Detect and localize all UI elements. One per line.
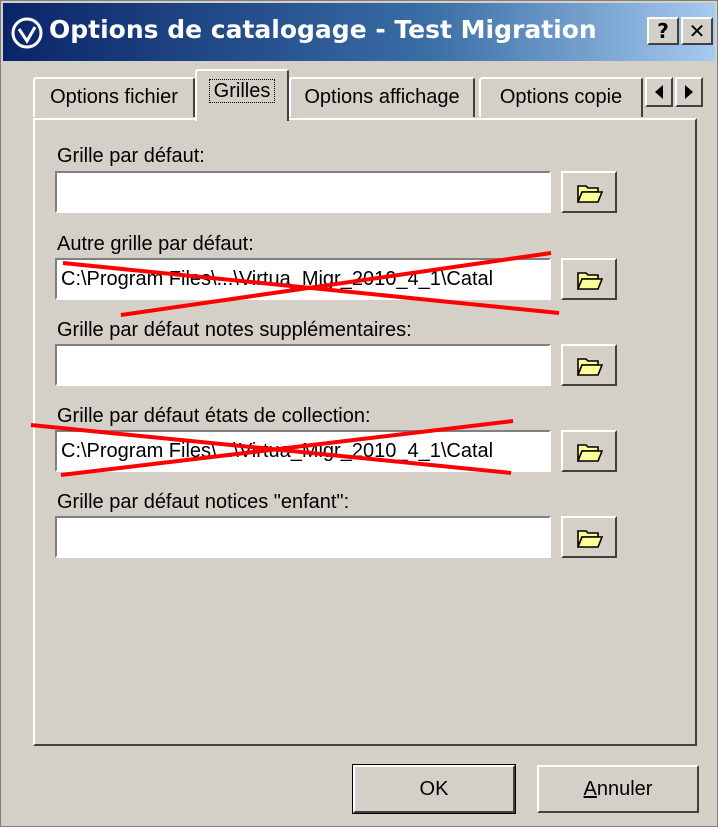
- browse-autre-grille-button[interactable]: [561, 258, 617, 300]
- cancel-accelerator-letter: A: [583, 778, 597, 800]
- grille-defaut-input[interactable]: [55, 171, 551, 213]
- field-label-grille-defaut: Grille par défaut:: [57, 145, 205, 167]
- browse-etats-collection-button[interactable]: [561, 430, 617, 472]
- tab-options-affichage[interactable]: Options affichage: [289, 77, 475, 117]
- field-label-etats-collection: Grille par défaut états de collection:: [57, 405, 371, 427]
- browse-notes-supp-button[interactable]: [561, 344, 617, 386]
- dialog-window: Options de catalogage - Test Migration ?…: [0, 0, 718, 827]
- tab-label: Options fichier: [50, 86, 178, 108]
- help-button[interactable]: ?: [647, 17, 679, 45]
- tab-options-fichier[interactable]: Options fichier: [33, 77, 195, 117]
- field-label-notes-supp: Grille par défaut notes supplémentaires:: [57, 319, 412, 341]
- folder-open-icon: [576, 530, 604, 548]
- notes-supp-input[interactable]: [55, 344, 551, 386]
- folder-open-icon: [576, 185, 604, 203]
- tab-scroll-left-button[interactable]: [645, 77, 673, 107]
- field-label-autre-grille: Autre grille par défaut:: [57, 233, 254, 255]
- tab-label: Options affichage: [304, 86, 460, 108]
- browse-notices-enfant-button[interactable]: [561, 516, 617, 558]
- tab-options-copie[interactable]: Options copie: [479, 77, 643, 117]
- tab-strip: Options fichier Grilles Options affichag…: [1, 63, 718, 121]
- field-label-notices-enfant: Grille par défaut notices "enfant":: [57, 491, 350, 513]
- tab-grilles[interactable]: Grilles: [195, 69, 289, 121]
- app-icon: [11, 17, 43, 49]
- window-title: Options de catalogage - Test Migration: [49, 15, 597, 44]
- folder-open-icon: [576, 272, 604, 290]
- title-bar[interactable]: Options de catalogage - Test Migration ?…: [3, 3, 715, 61]
- browse-grille-defaut-button[interactable]: [561, 171, 617, 213]
- arrow-right-icon: [685, 85, 693, 99]
- tab-label: Options copie: [499, 86, 623, 108]
- autre-grille-input[interactable]: C:\Program Files\...\Virtua_Migr_2010_4_…: [55, 258, 551, 300]
- cancel-button[interactable]: Annuler: [537, 765, 699, 813]
- arrow-left-icon: [655, 85, 663, 99]
- etats-collection-input[interactable]: C:\Program Files\...\Virtua_Migr_2010_4_…: [55, 430, 551, 472]
- notices-enfant-input[interactable]: [55, 516, 551, 558]
- tab-scroll-right-button[interactable]: [675, 77, 703, 107]
- folder-open-icon: [576, 444, 604, 462]
- tab-label: Grilles: [208, 79, 276, 103]
- close-button[interactable]: ✕: [681, 17, 713, 45]
- ok-button[interactable]: OK: [352, 764, 516, 814]
- folder-open-icon: [576, 358, 604, 376]
- cancel-label-rest: nnuler: [596, 778, 653, 800]
